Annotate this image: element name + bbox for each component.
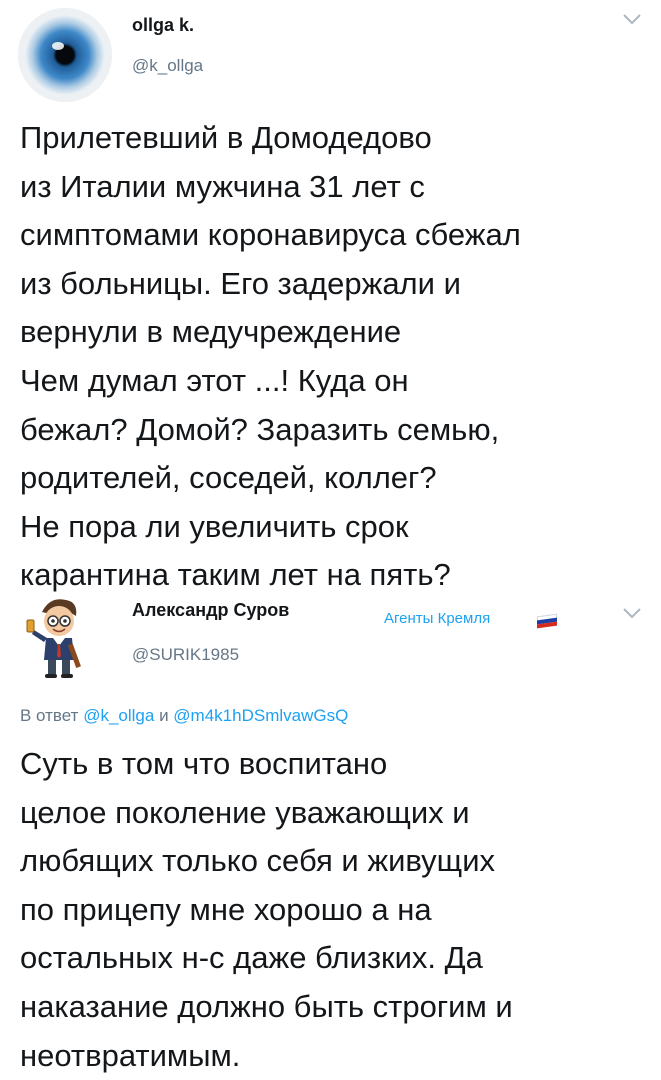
tweet-text-line: Не пора ли увеличить срок	[20, 508, 409, 544]
author-name[interactable]: ollga k.	[132, 15, 194, 36]
tweet-text-line: бежал? Домой? Заразить семью,	[20, 411, 500, 447]
author-avatar[interactable]	[20, 594, 98, 680]
author-name[interactable]: Александр Суров	[132, 600, 289, 621]
tweet-text-line: неотвратимым.	[20, 1037, 241, 1073]
author-avatar[interactable]	[18, 8, 112, 102]
tweet-text-line: из Италии мужчина 31 лет с	[20, 168, 425, 204]
russian-flag-icon	[537, 613, 557, 629]
tweet-text-line: Чем думал этот ...! Куда он	[20, 362, 409, 398]
reply-prefix: В ответ	[20, 706, 79, 725]
tweet-reply: Александр Суров Агенты Кремля @SURIK1985…	[0, 590, 661, 1080]
chevron-down-icon[interactable]	[622, 606, 642, 620]
tweet-text-line: вернули в медучреждение	[20, 314, 402, 350]
tweet-text-line: из больницы. Его задержали и	[20, 265, 461, 301]
tweet-text-line: наказание должно быть строгим и	[20, 988, 513, 1024]
reply-mention-link[interactable]: @k_ollga	[83, 706, 154, 725]
tweet-text-line: по прицепу мне хорошо а на	[20, 891, 432, 927]
tweet-text-line: родителей, соседей, коллег?	[20, 460, 437, 496]
tweet-text: Прилетевший в Домодедово из Италии мужчи…	[20, 114, 650, 600]
reply-conjunction: и	[159, 706, 169, 725]
tweet-text-line: Суть в том что воспитано	[20, 746, 388, 781]
reply-mention-link[interactable]: @m4k1hDSmlvawGsQ	[173, 706, 348, 725]
author-handle[interactable]: @SURIK1985	[132, 645, 239, 665]
tweet-text-line: целое поколение уважающих и	[20, 794, 470, 830]
tweet-text-line: симптомами коронавируса сбежал	[20, 217, 521, 253]
user-badge: Агенты Кремля	[384, 610, 491, 627]
tweet-text-line: остальных н-с даже близких. Да	[20, 940, 483, 976]
reply-context: В ответ @k_ollga и @m4k1hDSmlvawGsQ	[20, 706, 348, 726]
tweet-text-line: любящих только себя и живущих	[20, 843, 496, 879]
author-handle[interactable]: @k_ollga	[132, 56, 203, 76]
eye-avatar-icon	[18, 8, 112, 102]
chevron-down-icon[interactable]	[622, 12, 642, 26]
tweet-original: ollga k. @k_ollga Прилетевший в Домодедо…	[0, 0, 661, 592]
tweet-text-line: Прилетевший в Домодедово	[20, 120, 432, 155]
cartoon-character-avatar-icon	[26, 599, 81, 678]
tweet-text: Суть в том что воспитано целое поколение…	[20, 740, 650, 1080]
